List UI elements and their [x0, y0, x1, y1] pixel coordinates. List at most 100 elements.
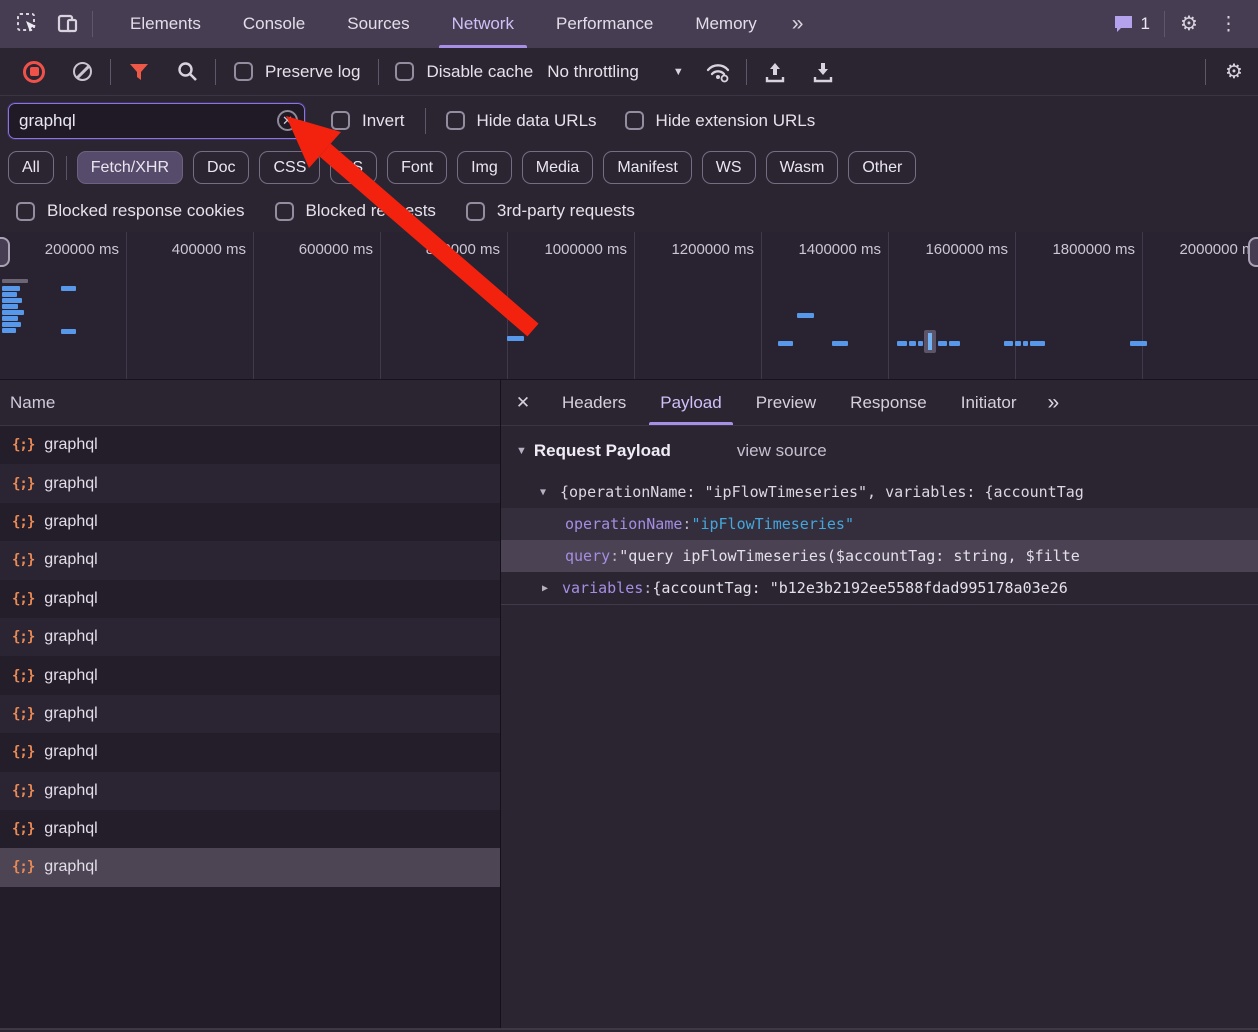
invert-checkbox[interactable]: [331, 111, 350, 130]
timeline-request-bar[interactable]: [61, 286, 76, 291]
timeline-range-handle-right[interactable]: [1248, 237, 1258, 267]
type-pill-all[interactable]: All: [8, 151, 54, 184]
collapse-triangle-icon[interactable]: ▼: [540, 487, 554, 498]
type-pill-font[interactable]: Font: [387, 151, 447, 184]
timeline-request-bar[interactable]: [2, 310, 24, 315]
timeline-request-bar[interactable]: [2, 322, 21, 327]
timeline-request-bar[interactable]: [2, 316, 18, 321]
hide-extension-urls-checkbox[interactable]: [625, 111, 644, 130]
export-har-button[interactable]: [799, 61, 847, 83]
invert-toggle[interactable]: Invert: [331, 111, 405, 131]
blocked-requests-checkbox[interactable]: [275, 202, 294, 221]
request-row[interactable]: {;}graphql: [0, 541, 500, 579]
clear-button[interactable]: [58, 62, 106, 81]
request-row[interactable]: {;}graphql: [0, 464, 500, 502]
tab-performance[interactable]: Performance: [535, 0, 674, 48]
timeline-request-bar[interactable]: [2, 292, 17, 297]
more-tabs-icon[interactable]: »: [778, 12, 816, 36]
details-tab-headers[interactable]: Headers: [545, 380, 643, 425]
type-pill-fetch-xhr[interactable]: Fetch/XHR: [77, 151, 183, 184]
timeline-range-handle-left[interactable]: [0, 237, 10, 267]
timeline-request-bar[interactable]: [1023, 341, 1028, 346]
preserve-log-checkbox[interactable]: [234, 62, 253, 81]
payload-summary-row[interactable]: ▼ {operationName: "ipFlowTimeseries", va…: [501, 476, 1258, 508]
request-row[interactable]: {;}graphql: [0, 772, 500, 810]
request-row[interactable]: {;}graphql: [0, 426, 500, 464]
search-button[interactable]: [163, 61, 211, 82]
filter-toggle-button[interactable]: [115, 63, 163, 81]
timeline-request-bar[interactable]: [918, 341, 923, 346]
network-settings-button[interactable]: ⚙: [1210, 62, 1258, 82]
timeline-request-bar[interactable]: [778, 341, 793, 346]
timeline-request-bar[interactable]: [2, 304, 18, 309]
type-pill-css[interactable]: CSS: [259, 151, 320, 184]
payload-entry-operationname[interactable]: operationName: "ipFlowTimeseries": [501, 508, 1258, 540]
clear-filter-icon[interactable]: ✕: [277, 110, 298, 131]
timeline-request-bar[interactable]: [909, 341, 916, 346]
filter-toggle-3rd-party-requests[interactable]: 3rd-party requests: [466, 201, 635, 221]
hide-data-urls-checkbox[interactable]: [446, 111, 465, 130]
details-tab-initiator[interactable]: Initiator: [944, 380, 1034, 425]
hide-data-urls-toggle[interactable]: Hide data URLs: [446, 111, 597, 131]
blocked-response-cookies-checkbox[interactable]: [16, 202, 35, 221]
tab-sources[interactable]: Sources: [326, 0, 430, 48]
record-button[interactable]: [10, 61, 58, 83]
timeline-selected-request-marker[interactable]: [924, 330, 936, 353]
type-pill-media[interactable]: Media: [522, 151, 594, 184]
network-conditions-button[interactable]: [694, 61, 742, 83]
tab-network[interactable]: Network: [431, 0, 535, 48]
tab-console[interactable]: Console: [222, 0, 326, 48]
payload-entry-query[interactable]: query: "query ipFlowTimeseries($accountT…: [501, 540, 1258, 572]
timeline-request-bar[interactable]: [1004, 341, 1013, 346]
timeline-request-bar[interactable]: [832, 341, 848, 346]
timeline-request-bar[interactable]: [2, 328, 16, 333]
filter-input[interactable]: [8, 103, 305, 139]
details-tab-response[interactable]: Response: [833, 380, 944, 425]
request-row[interactable]: {;}graphql: [0, 733, 500, 771]
tab-memory[interactable]: Memory: [674, 0, 777, 48]
name-column-header[interactable]: Name: [0, 380, 500, 426]
request-row[interactable]: {;}graphql: [0, 618, 500, 656]
type-pill-img[interactable]: Img: [457, 151, 512, 184]
request-row[interactable]: {;}graphql: [0, 810, 500, 848]
timeline-request-bar[interactable]: [949, 341, 960, 346]
timeline-request-bar[interactable]: [897, 341, 907, 346]
timeline-request-bar[interactable]: [2, 279, 28, 283]
inspect-element-button[interactable]: [8, 7, 48, 41]
more-details-tabs-icon[interactable]: »: [1033, 391, 1071, 415]
main-menu-button[interactable]: ⋮: [1209, 13, 1248, 36]
timeline-request-bar[interactable]: [1015, 341, 1021, 346]
timeline-overview[interactable]: 200000 ms400000 ms600000 ms800000 ms1000…: [0, 232, 1258, 380]
timeline-request-bar[interactable]: [1130, 341, 1147, 346]
request-row[interactable]: {;}graphql: [0, 848, 500, 886]
timeline-request-bar[interactable]: [507, 336, 524, 341]
timeline-request-bar[interactable]: [797, 313, 814, 318]
hide-extension-urls-toggle[interactable]: Hide extension URLs: [625, 111, 816, 131]
collapse-triangle-icon[interactable]: ▼: [516, 445, 527, 457]
throttling-select[interactable]: No throttling ▼: [547, 62, 684, 82]
details-tab-preview[interactable]: Preview: [739, 380, 833, 425]
request-row[interactable]: {;}graphql: [0, 580, 500, 618]
payload-entry-variables[interactable]: ▶variables: {accountTag: "b12e3b2192ee55…: [501, 572, 1258, 604]
view-source-link[interactable]: view source: [737, 441, 827, 461]
type-pill-ws[interactable]: WS: [702, 151, 756, 184]
details-tab-payload[interactable]: Payload: [643, 380, 738, 425]
type-pill-manifest[interactable]: Manifest: [603, 151, 691, 184]
tab-elements[interactable]: Elements: [109, 0, 222, 48]
3rd-party-requests-checkbox[interactable]: [466, 202, 485, 221]
settings-button[interactable]: ⚙: [1169, 7, 1209, 41]
timeline-request-bar[interactable]: [938, 341, 947, 346]
request-payload-section-header[interactable]: ▼ Request Payload view source: [501, 426, 1258, 476]
import-har-button[interactable]: [751, 61, 799, 83]
disable-cache-toggle[interactable]: Disable cache: [395, 62, 533, 82]
type-pill-doc[interactable]: Doc: [193, 151, 249, 184]
preserve-log-toggle[interactable]: Preserve log: [234, 62, 360, 82]
request-row[interactable]: {;}graphql: [0, 695, 500, 733]
timeline-request-bar[interactable]: [1030, 341, 1045, 346]
filter-toggle-blocked-response-cookies[interactable]: Blocked response cookies: [16, 201, 245, 221]
expand-triangle-icon[interactable]: ▶: [542, 583, 556, 594]
type-pill-js[interactable]: JS: [330, 151, 377, 184]
disable-cache-checkbox[interactable]: [395, 62, 414, 81]
request-row[interactable]: {;}graphql: [0, 656, 500, 694]
timeline-request-bar[interactable]: [2, 286, 20, 291]
